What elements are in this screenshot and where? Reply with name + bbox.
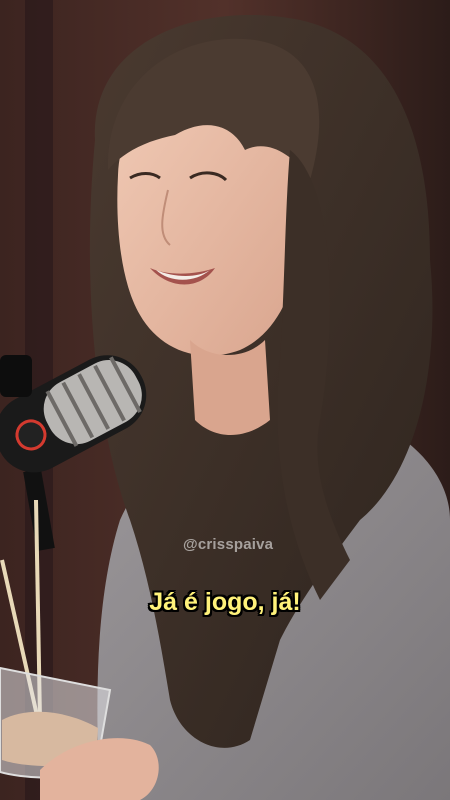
- mic-clamp: [0, 355, 32, 397]
- caption-subtitle: Já é jogo, já!: [149, 588, 301, 616]
- video-frame: @crisspaiva Já é jogo, já!: [0, 0, 450, 800]
- watermark: @crisspaiva: [183, 536, 274, 553]
- podcast-scene: [0, 0, 450, 800]
